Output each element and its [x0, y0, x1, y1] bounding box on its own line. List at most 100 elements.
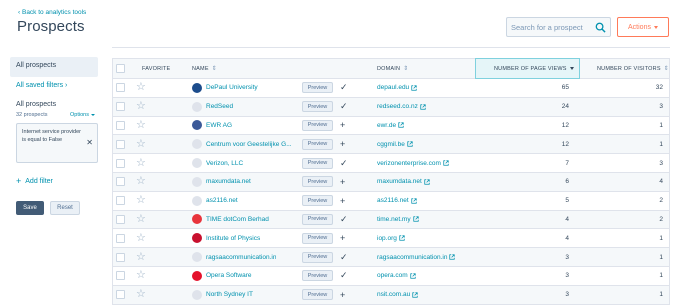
table-row[interactable]: ☆ RedSeed Preview ✓ redseed.co.nz 24 3 — [112, 97, 670, 117]
table-row[interactable]: ☆ maxumdata.net Preview + maxumdata.net 6 4 — [112, 172, 670, 192]
sidebar-item-all-prospects[interactable]: All prospects — [10, 57, 98, 77]
domain-link[interactable]: cggmil.be — [377, 141, 413, 148]
prospect-name-link[interactable]: as2116.net — [206, 197, 238, 204]
prospect-name-link[interactable]: Verizon, LLC — [206, 160, 243, 167]
row-checkbox[interactable] — [116, 158, 125, 168]
prospect-name-link[interactable]: ragsaacommunication.in — [206, 254, 276, 261]
star-icon[interactable]: ☆ — [136, 289, 146, 300]
row-checkbox[interactable] — [116, 177, 125, 187]
domain-link[interactable]: verizonenterprise.com — [377, 160, 449, 167]
preview-button[interactable]: Preview — [302, 213, 333, 225]
all-saved-filters-link[interactable]: All saved filters › — [16, 82, 67, 89]
prospect-name-link[interactable]: EWR AG — [206, 122, 232, 129]
preview-button[interactable]: Preview — [302, 138, 333, 150]
domain-link[interactable]: iop.org — [377, 235, 405, 242]
prospect-name-link[interactable]: North Sydney IT — [206, 291, 253, 298]
column-visitors[interactable]: NUMBER OF VISITORS ⇕ — [597, 59, 669, 78]
table-row[interactable]: ☆ North Sydney IT Preview + nsit.com.au 3 1 — [112, 285, 670, 305]
prospect-name-link[interactable]: Opera Software — [206, 272, 252, 279]
preview-button[interactable]: Preview — [302, 195, 333, 207]
plus-icon[interactable]: + — [340, 290, 345, 300]
domain-link[interactable]: depaul.edu — [377, 84, 417, 91]
check-icon[interactable]: ✓ — [340, 158, 348, 169]
prospect-name-link[interactable]: DePaul University — [206, 84, 258, 91]
plus-icon[interactable]: + — [340, 196, 345, 206]
preview-button[interactable]: Preview — [302, 157, 333, 169]
reset-button[interactable]: Reset — [50, 201, 80, 215]
prospect-name-link[interactable]: TIME dotCom Berhad — [206, 216, 269, 223]
preview-button[interactable]: Preview — [302, 119, 333, 131]
column-page-views[interactable]: NUMBER OF PAGE VIEWS — [475, 58, 580, 79]
domain-link[interactable]: time.net.my — [377, 216, 419, 223]
table-row[interactable]: ☆ as2116.net Preview + as2116.net 5 2 — [112, 191, 670, 211]
plus-icon[interactable]: + — [340, 233, 345, 243]
save-button[interactable]: Save — [16, 201, 44, 215]
column-name[interactable]: NAME ⇕ — [192, 59, 217, 78]
prospect-name-link[interactable]: Institute of Physics — [206, 235, 260, 242]
search-input[interactable] — [511, 20, 595, 35]
preview-button[interactable]: Preview — [302, 176, 333, 188]
search-icon[interactable] — [595, 22, 606, 33]
table-row[interactable]: ☆ ragsaacommunication.in Preview ✓ ragsaacom… — [112, 248, 670, 267]
filter-card[interactable]: Internet service provider is equal to Fa… — [16, 123, 98, 163]
row-checkbox[interactable] — [116, 271, 125, 281]
column-domain[interactable]: DOMAIN ⇕ — [377, 59, 408, 78]
table-row[interactable]: ☆ Verizon, LLC Preview ✓ verizonenterprise.c… — [112, 154, 670, 173]
add-filter-button[interactable]: + Add filter — [16, 176, 53, 186]
preview-button[interactable]: Preview — [302, 289, 333, 301]
preview-button[interactable]: Preview — [302, 82, 333, 94]
plus-icon[interactable]: + — [340, 177, 345, 187]
select-all-checkbox[interactable] — [116, 64, 125, 73]
row-checkbox[interactable] — [116, 214, 125, 224]
star-icon[interactable]: ☆ — [136, 176, 146, 187]
table-row[interactable]: ☆ Centrum voor Geestelijke G... Preview + cg… — [112, 135, 670, 155]
prospect-name-link[interactable]: maxumdata.net — [206, 178, 251, 185]
preview-button[interactable]: Preview — [302, 101, 333, 113]
preview-button[interactable]: Preview — [302, 232, 333, 244]
domain-link[interactable]: redseed.co.nz — [377, 103, 426, 110]
check-icon[interactable]: ✓ — [340, 270, 348, 281]
row-checkbox[interactable] — [116, 139, 125, 149]
check-icon[interactable]: ✓ — [340, 252, 348, 263]
row-checkbox[interactable] — [116, 252, 125, 262]
check-icon[interactable]: ✓ — [340, 101, 348, 112]
table-row[interactable]: ☆ Institute of Physics Preview + iop.org 4 1 — [112, 229, 670, 249]
star-icon[interactable]: ☆ — [136, 138, 146, 150]
star-icon[interactable]: ☆ — [136, 270, 146, 281]
plus-icon[interactable]: + — [340, 139, 345, 149]
row-checkbox[interactable] — [116, 83, 125, 93]
domain-link[interactable]: opera.com — [377, 272, 416, 279]
star-icon[interactable]: ☆ — [136, 232, 146, 244]
options-dropdown[interactable]: Options — [70, 112, 95, 118]
domain-link[interactable]: nsit.com.au — [377, 291, 418, 298]
star-icon[interactable]: ☆ — [136, 119, 146, 131]
domain-link[interactable]: ragsaacommunication.in — [377, 254, 456, 261]
domain-link[interactable]: maxumdata.net — [377, 178, 430, 185]
table-row[interactable]: ☆ EWR AG Preview + ewr.de 12 1 — [112, 116, 670, 136]
preview-button[interactable]: Preview — [302, 251, 333, 263]
star-icon[interactable]: ☆ — [136, 101, 146, 112]
check-icon[interactable]: ✓ — [340, 82, 348, 93]
row-checkbox[interactable] — [116, 196, 125, 206]
close-icon[interactable]: ✕ — [86, 139, 93, 147]
star-icon[interactable]: ☆ — [136, 157, 146, 169]
row-checkbox[interactable] — [116, 102, 125, 112]
table-row[interactable]: ☆ Opera Software Preview ✓ opera.com 3 1 — [112, 266, 670, 286]
preview-button[interactable]: Preview — [302, 270, 333, 282]
table-row[interactable]: ☆ DePaul University Preview ✓ depaul.edu 65 32 — [112, 79, 670, 98]
star-icon[interactable]: ☆ — [136, 82, 146, 93]
star-icon[interactable]: ☆ — [136, 213, 146, 225]
table-row[interactable]: ☆ TIME dotCom Berhad Preview ✓ time.net.my 4 2 — [112, 210, 670, 230]
row-checkbox[interactable] — [116, 290, 125, 300]
row-checkbox[interactable] — [116, 120, 125, 130]
plus-icon[interactable]: + — [340, 120, 345, 130]
domain-link[interactable]: ewr.de — [377, 122, 404, 129]
star-icon[interactable]: ☆ — [136, 195, 146, 206]
search-box[interactable] — [506, 17, 611, 37]
row-checkbox[interactable] — [116, 233, 125, 243]
prospect-name-link[interactable]: Centrum voor Geestelijke G... — [206, 141, 292, 148]
prospect-name-link[interactable]: RedSeed — [206, 103, 233, 110]
actions-button[interactable]: Actions — [617, 17, 669, 37]
check-icon[interactable]: ✓ — [340, 214, 348, 225]
star-icon[interactable]: ☆ — [136, 251, 146, 263]
